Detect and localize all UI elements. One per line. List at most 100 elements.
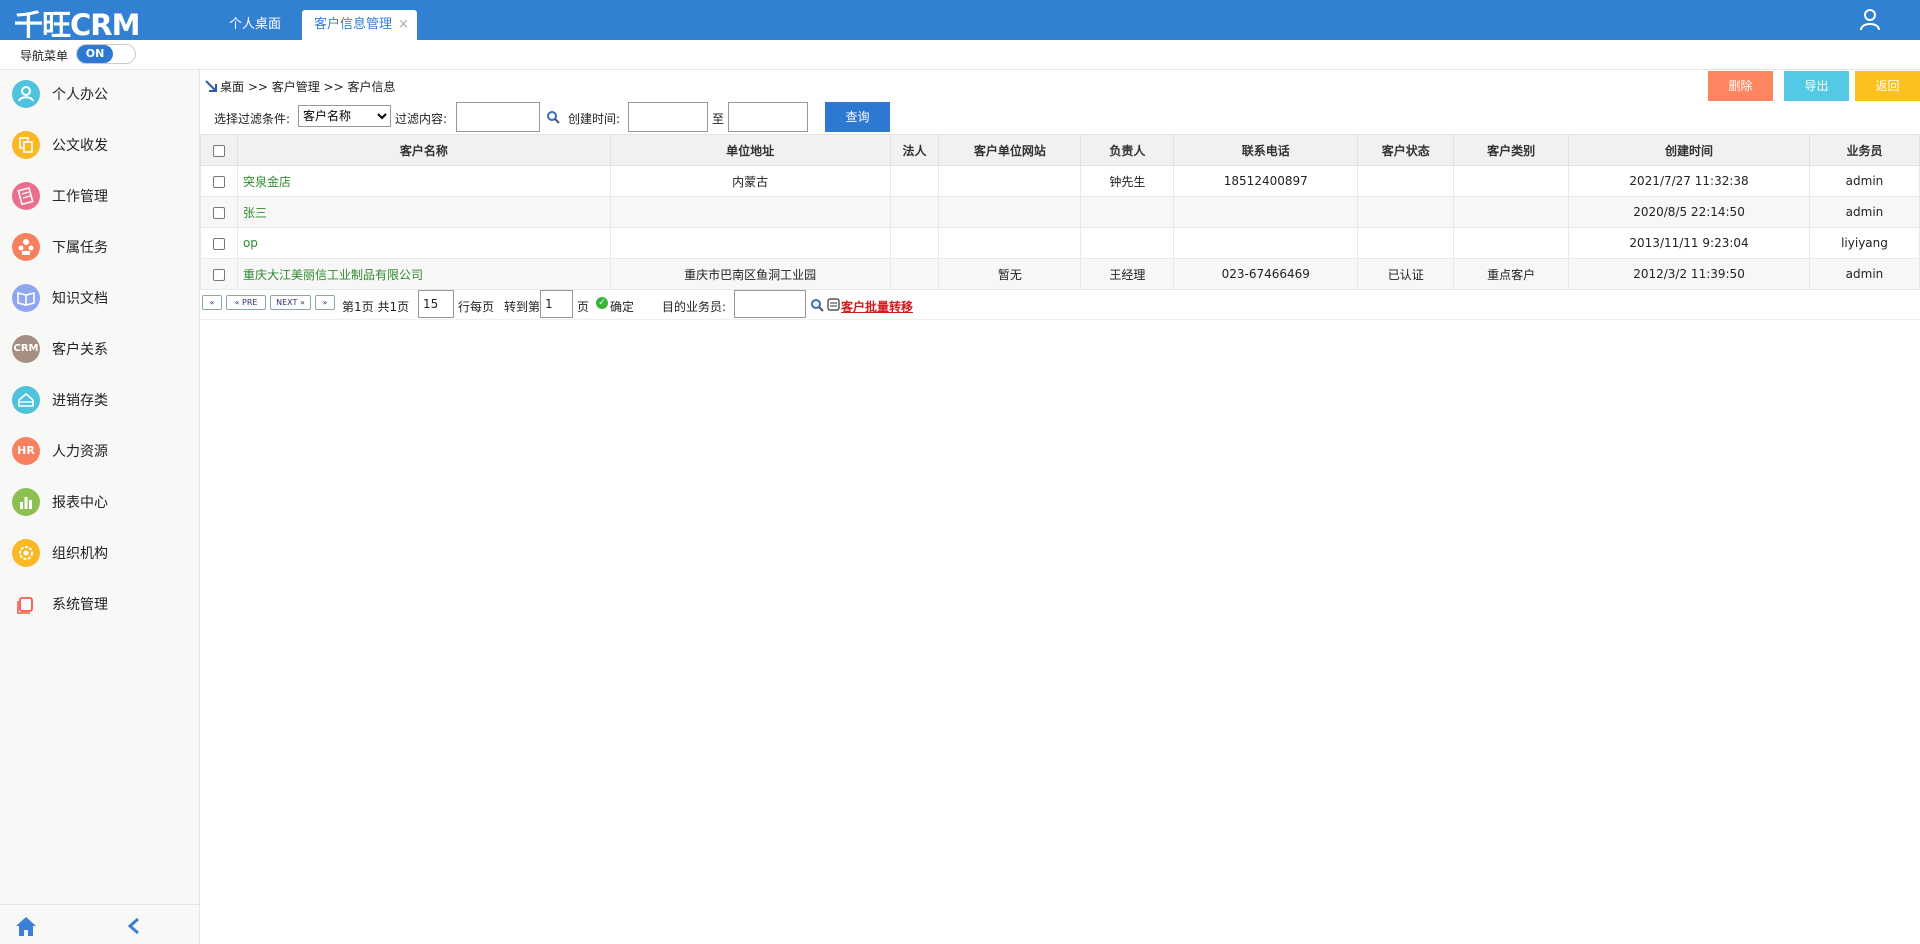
cell-salesperson: admin	[1808, 165, 1920, 197]
to-label: 至	[712, 112, 725, 126]
top-bar: 千旺CRM 个人桌面 客户信息管理 ×	[0, 0, 1920, 42]
toggle-on-label: ON	[77, 45, 113, 63]
notebook-icon	[12, 182, 40, 210]
gear-icon	[12, 539, 40, 567]
delete-button[interactable]: 删除	[1708, 71, 1773, 101]
cell-website	[938, 196, 1082, 228]
row-checkbox[interactable]	[212, 175, 225, 188]
filter-condition-label: 选择过滤条件:	[214, 112, 291, 126]
goto-page-label: 转到第	[504, 300, 541, 314]
search-icon[interactable]	[546, 110, 560, 124]
first-page-button[interactable]: «	[202, 295, 222, 310]
crm-icon: CRM	[12, 335, 40, 363]
filter-condition-select[interactable]: 客户名称	[298, 105, 391, 127]
sidebar-item-system-management[interactable]: 系统管理	[0, 580, 199, 631]
goto-page-input[interactable]: 1	[540, 290, 573, 318]
col-owner[interactable]: 负责人	[1080, 134, 1175, 166]
filter-content-input[interactable]	[456, 102, 540, 132]
col-salesperson[interactable]: 业务员	[1808, 134, 1920, 166]
cell-phone	[1173, 196, 1359, 228]
col-customer-name[interactable]: 客户名称	[236, 134, 611, 166]
col-category[interactable]: 客户类别	[1453, 134, 1570, 166]
tab-personal-desktop[interactable]: 个人桌面	[219, 10, 291, 40]
row-checkbox[interactable]	[212, 268, 225, 281]
cell-category	[1453, 227, 1570, 259]
check-circle-icon[interactable]: ✓	[596, 297, 608, 309]
row-checkbox[interactable]	[212, 206, 225, 219]
row-select-cell	[200, 227, 238, 259]
sidebar-item-label: 公文收发	[52, 138, 108, 154]
cell-salesperson: admin	[1808, 196, 1920, 228]
last-page-button[interactable]: »	[315, 295, 335, 310]
tab-customer-info[interactable]: 客户信息管理 ×	[302, 10, 417, 40]
select-all-checkbox[interactable]	[212, 144, 225, 157]
query-button[interactable]: 查询	[825, 102, 890, 132]
collapse-sidebar-icon[interactable]	[126, 917, 142, 935]
target-salesperson-input[interactable]	[734, 290, 806, 318]
cell-owner: 钟先生	[1080, 165, 1175, 197]
search-icon[interactable]	[810, 298, 824, 312]
sidebar-item-report-center[interactable]: 报表中心	[0, 478, 199, 529]
cell-address	[609, 196, 891, 228]
home-icon[interactable]	[14, 915, 38, 937]
sidebar-item-documents[interactable]: 公文收发	[0, 121, 199, 172]
cell-created-time: 2021/7/27 11:32:38	[1568, 165, 1810, 197]
row-checkbox[interactable]	[212, 237, 225, 250]
tab-close-icon[interactable]: ×	[398, 17, 409, 32]
hr-icon: HR	[12, 437, 40, 465]
sidebar-item-label: 个人办公	[52, 87, 108, 103]
user-icon[interactable]	[1858, 7, 1882, 31]
created-time-label: 创建时间:	[568, 112, 621, 126]
arrow-down-right-icon	[205, 80, 217, 92]
created-to-input[interactable]	[728, 102, 808, 132]
cell-phone: 023-67466469	[1173, 258, 1359, 290]
created-from-input[interactable]	[628, 102, 708, 132]
sidebar-item-label: 知识文档	[52, 291, 108, 307]
cell-status: 已认证	[1357, 258, 1455, 290]
sidebar-item-subordinate-tasks[interactable]: 下属任务	[0, 223, 199, 274]
next-page-button[interactable]: NEXT »	[270, 295, 311, 310]
row-select-cell	[200, 196, 238, 228]
col-phone[interactable]: 联系电话	[1173, 134, 1359, 166]
col-legal-person[interactable]: 法人	[889, 134, 940, 166]
sidebar-item-human-resources[interactable]: HR 人力资源	[0, 427, 199, 478]
cell-legal-person	[889, 196, 940, 228]
sidebar-item-organization[interactable]: 组织机构	[0, 529, 199, 580]
cell-website: 暂无	[938, 258, 1082, 290]
row-select-cell	[200, 258, 238, 290]
sidebar-item-knowledge-docs[interactable]: 知识文档	[0, 274, 199, 325]
export-button[interactable]: 导出	[1784, 71, 1849, 101]
customer-name-link[interactable]: 张三	[236, 196, 611, 228]
back-button[interactable]: 返回	[1855, 71, 1920, 101]
cell-address: 内蒙古	[609, 165, 891, 197]
customer-name-link[interactable]: 重庆大江美丽信工业制品有限公司	[236, 258, 611, 290]
cell-category	[1453, 165, 1570, 197]
col-address[interactable]: 单位地址	[609, 134, 891, 166]
cell-legal-person	[889, 258, 940, 290]
nav-menu-toggle[interactable]: ON	[76, 44, 136, 64]
col-status[interactable]: 客户状态	[1357, 134, 1455, 166]
cell-created-time: 2012/3/2 11:39:50	[1568, 258, 1810, 290]
breadcrumb-text: 桌面 >> 客户管理 >> 客户信息	[220, 80, 396, 94]
col-created-time[interactable]: 创建时间	[1568, 134, 1810, 166]
cell-address: 重庆市巴南区鱼洞工业园	[609, 258, 891, 290]
sidebar-item-personal-office[interactable]: 个人办公	[0, 70, 199, 121]
sidebar-item-work-management[interactable]: 工作管理	[0, 172, 199, 223]
col-website[interactable]: 客户单位网站	[938, 134, 1082, 166]
sidebar-footer	[0, 904, 199, 944]
table-row: 重庆大江美丽信工业制品有限公司 重庆市巴南区鱼洞工业园 暂无 王经理 023-6…	[200, 258, 1920, 290]
customer-name-link[interactable]: 突泉金店	[236, 165, 611, 197]
table-row: 张三 2020/8/5 22:14:50 admin	[200, 196, 1920, 228]
person-icon	[12, 80, 40, 108]
sidebar-item-inventory[interactable]: 进销存类	[0, 376, 199, 427]
confirm-goto-button[interactable]: 确定	[610, 298, 634, 315]
rows-per-page-input[interactable]: 15	[418, 290, 454, 318]
breadcrumb: 桌面 >> 客户管理 >> 客户信息	[204, 78, 395, 95]
batch-transfer-link[interactable]: 客户批量转移	[841, 298, 913, 315]
prev-page-button[interactable]: « PRE	[226, 295, 266, 310]
customer-name-link[interactable]: op	[236, 227, 611, 259]
select-all-cell	[200, 134, 238, 166]
rows-per-page-label: 行每页	[458, 300, 495, 314]
sidebar-item-customer-relations[interactable]: CRM 客户关系	[0, 325, 199, 376]
sidebar-item-label: 报表中心	[52, 495, 108, 511]
